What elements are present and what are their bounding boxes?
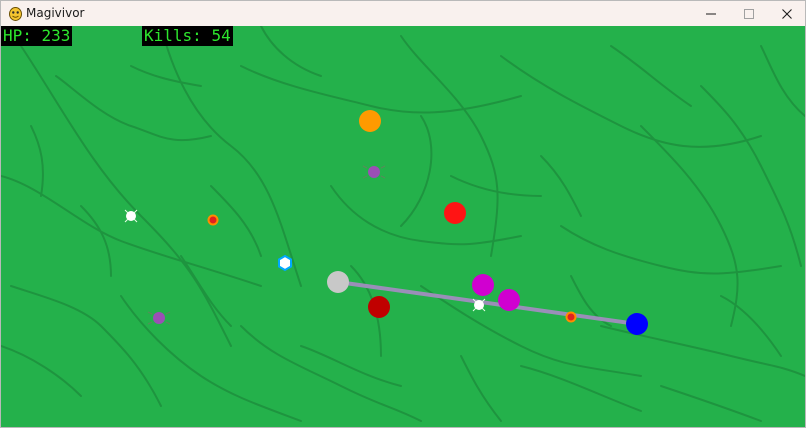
game-canvas[interactable]: HP: 233 Kills: 54 [1,26,805,427]
close-button[interactable] [768,1,806,26]
magenta-enemy [498,289,520,311]
pygame-snake-icon [9,7,22,21]
white-spark [124,209,138,223]
game-window: Magivivor HP: 233 Kills: 54 [0,0,806,428]
player-character [327,271,349,293]
window-title: Magivivor [26,6,85,20]
purple-bug-enemy [362,165,386,179]
minimize-button[interactable] [692,1,730,26]
hp-display: HP: 233 [1,26,73,46]
fire-orb-projectile [565,311,577,323]
hp-label: HP: [3,26,42,45]
maximize-icon [744,8,754,19]
fire-orb-projectile [207,214,219,226]
close-icon [782,8,792,19]
hp-value: 233 [41,26,71,45]
white-spark [472,298,486,312]
xp-gem [278,254,292,272]
title-bar[interactable]: Magivivor [1,1,805,26]
kills-value: 54 [211,26,231,45]
kills-label: Kills: [144,26,212,45]
red-enemy [444,202,466,224]
minimize-icon [706,13,716,14]
dark-red-enemy [368,296,390,318]
purple-bug-enemy [147,311,171,325]
maximize-button[interactable] [730,1,768,26]
game-field [1,26,805,422]
ground-scratches [1,26,805,422]
kills-display: Kills: 54 [142,26,233,46]
magenta-enemy [472,274,494,296]
orange-enemy [359,110,381,132]
blue-enemy [626,313,648,335]
